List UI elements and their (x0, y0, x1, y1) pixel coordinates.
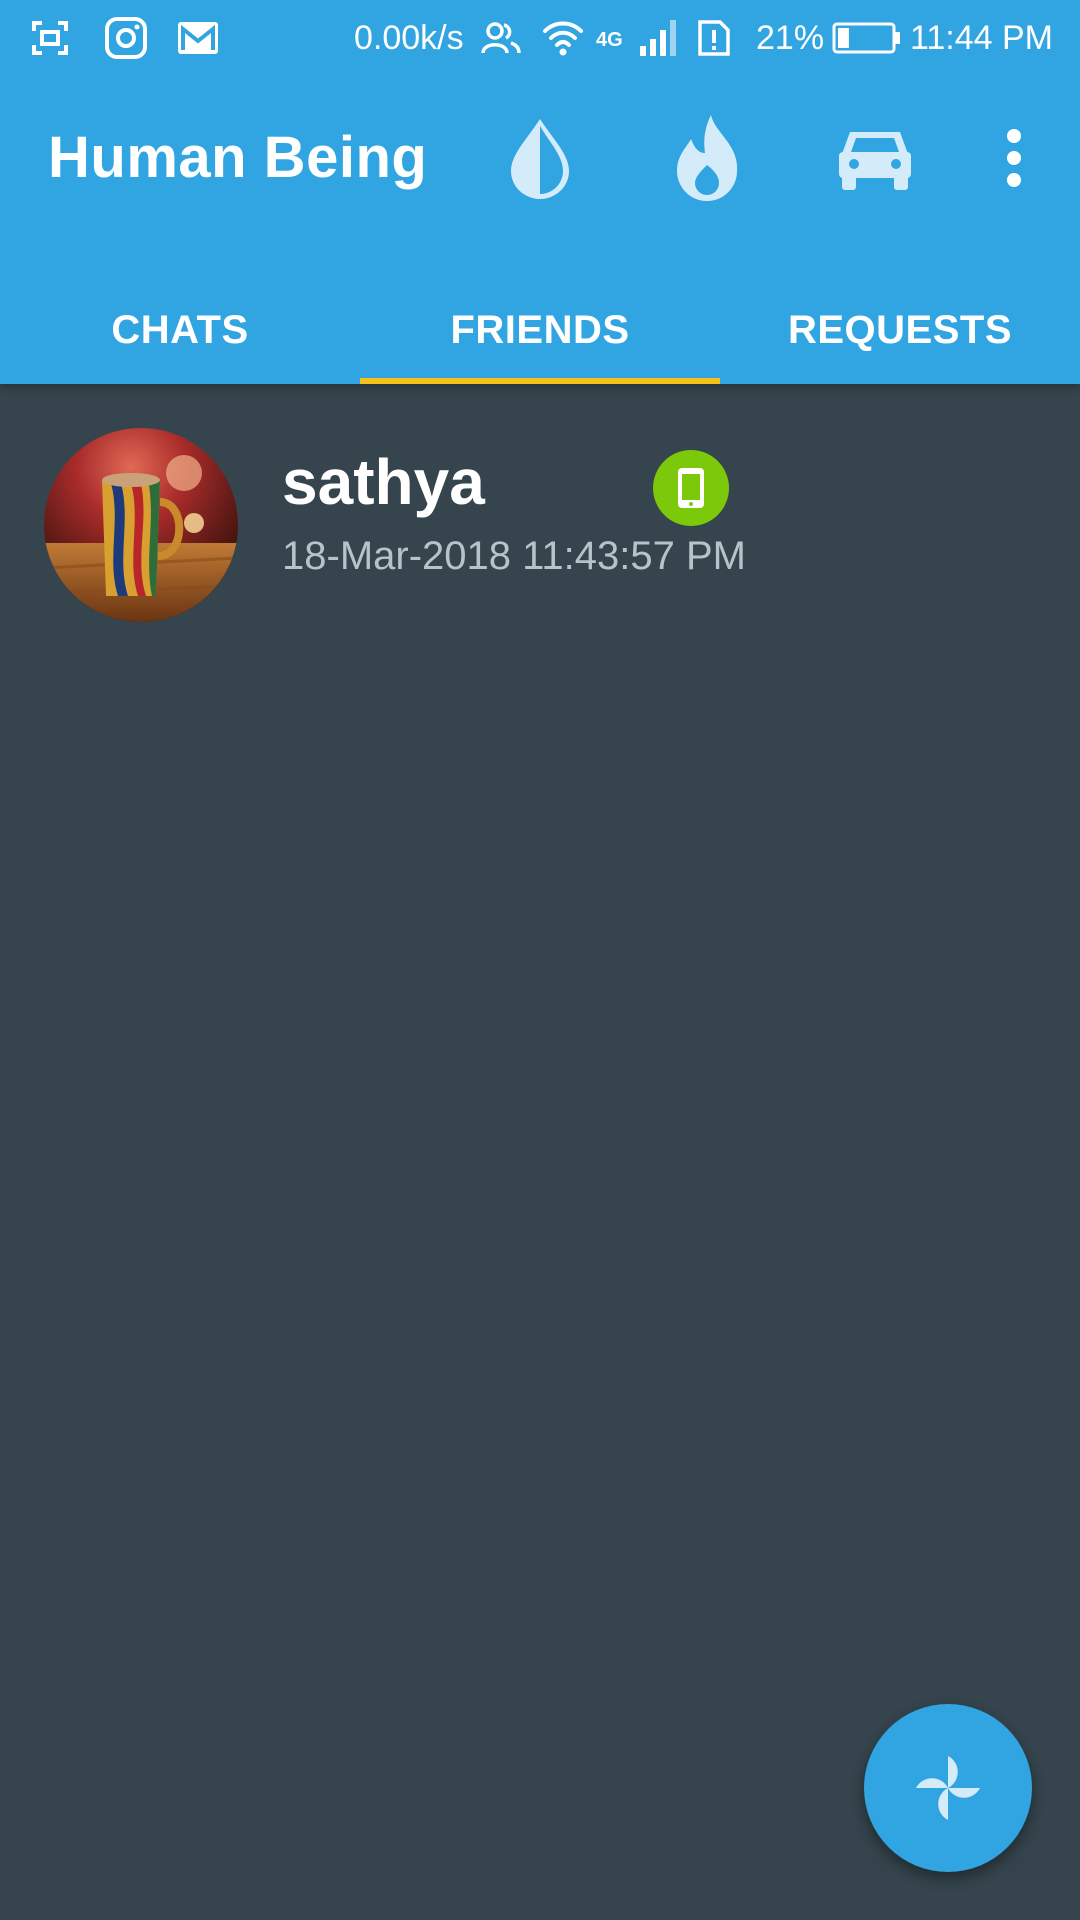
app-bar: 0.00k/s 4G 21% 11:44 PM Human Being CHAT… (0, 0, 1080, 384)
status-bar: 0.00k/s 4G 21% 11:44 PM (0, 0, 1080, 75)
net-speed: 0.00k/s (354, 19, 464, 57)
tab-indicator (360, 378, 720, 384)
fab-button[interactable] (864, 1704, 1032, 1872)
car-icon[interactable] (830, 110, 920, 206)
smartphone-icon (653, 450, 729, 526)
pinwheel-icon (912, 1752, 984, 1824)
contacts-icon (480, 14, 522, 62)
battery-percent: 21% (756, 19, 825, 57)
friend-list-item[interactable]: sathya 18-Mar-2018 11:43:57 PM (0, 410, 1080, 640)
flame-icon[interactable] (662, 110, 752, 206)
more-vert-icon[interactable] (970, 110, 1058, 206)
tab-requests[interactable]: REQUESTS (720, 280, 1080, 380)
instagram-icon (104, 14, 148, 62)
tab-friends[interactable]: FRIENDS (360, 280, 720, 380)
signal-icon (638, 14, 680, 62)
sim-alert-icon (696, 14, 732, 62)
network-type: 4G (596, 29, 623, 51)
wifi-icon (542, 14, 584, 62)
clock: 11:44 PM (910, 19, 1054, 57)
app-title: Human Being (48, 125, 428, 190)
screenshot-icon (30, 14, 70, 62)
friend-last-seen: 18-Mar-2018 11:43:57 PM (282, 534, 746, 578)
tab-chats[interactable]: CHATS (0, 280, 360, 380)
battery-icon (832, 14, 902, 62)
gmail-icon (176, 14, 220, 62)
water-drop-icon[interactable] (495, 110, 585, 206)
friend-name: sathya (282, 446, 485, 518)
avatar[interactable] (44, 428, 238, 622)
